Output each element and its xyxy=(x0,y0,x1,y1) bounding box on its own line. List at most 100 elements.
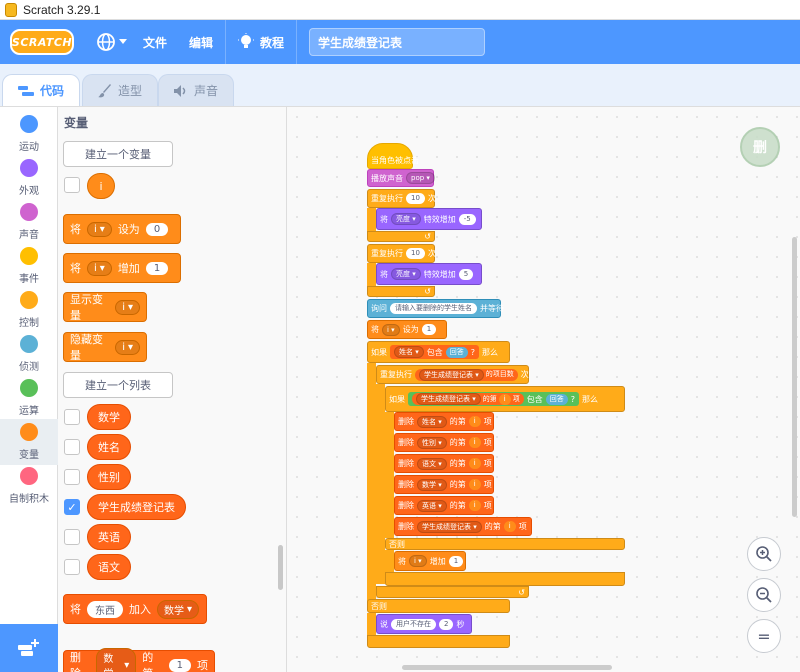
delete-of-list-block[interactable]: 删除 数学 ▾ 的第 i 项 xyxy=(394,475,494,494)
list-checkbox[interactable] xyxy=(64,529,80,545)
category-sound[interactable]: 声音 xyxy=(0,199,58,245)
show-variable-block[interactable]: 显示变量 i ▾ xyxy=(63,292,147,322)
variable-reporter-i[interactable]: i xyxy=(468,437,481,448)
delete-of-list-block[interactable]: 删除 学生成绩登记表 ▾ 的第 i 项 xyxy=(394,517,532,536)
item-of-list-reporter[interactable]: 学生成绩登记表 ▾ 的第 i 项 xyxy=(412,393,524,405)
play-sound-block[interactable]: 播放声音 pop ▾ xyxy=(367,169,435,187)
value-input[interactable]: 东西 xyxy=(87,600,123,618)
variable-reporter-i[interactable]: i xyxy=(468,479,481,490)
change-effect-block[interactable]: 将 亮度 ▾ 特效增加 -5 xyxy=(376,208,482,230)
category-variables[interactable]: 变量 xyxy=(0,419,58,465)
list-reporter[interactable]: 语文 xyxy=(87,554,131,580)
variable-reporter-i[interactable]: i xyxy=(87,173,115,199)
list-reporter[interactable]: 学生成绩登记表 xyxy=(87,494,186,520)
if-else-block[interactable]: 如果 姓名 ▾ 包含 回答 ? 那么 xyxy=(367,341,510,363)
repeat-times-input[interactable]: 10 xyxy=(406,248,425,259)
list-checkbox-checked[interactable]: ✓ xyxy=(64,499,80,515)
delete-of-list-block[interactable]: 删除 性别 ▾ 的第 i 项 xyxy=(394,433,494,452)
variable-dropdown[interactable]: i ▾ xyxy=(87,260,112,276)
seconds-input[interactable]: 2 xyxy=(439,618,454,630)
category-motion[interactable]: 运动 xyxy=(0,111,58,157)
effect-value-input[interactable]: -5 xyxy=(458,213,476,225)
project-title-input[interactable]: 学生成绩登记表 xyxy=(309,28,486,56)
effect-dropdown[interactable]: 亮度 ▾ xyxy=(391,268,421,280)
zoom-in-button[interactable] xyxy=(747,537,781,571)
hide-variable-block[interactable]: 隐藏变量 i ▾ xyxy=(63,332,147,362)
answer-reporter[interactable]: 回答 xyxy=(445,346,468,358)
add-to-list-block[interactable]: 将 东西 加入 数学 ▾ xyxy=(63,594,207,624)
tab-sounds[interactable]: 声音 xyxy=(158,74,234,106)
list-reporter[interactable]: 英语 xyxy=(87,524,131,550)
category-operators[interactable]: 运算 xyxy=(0,375,58,421)
language-menu[interactable] xyxy=(96,32,127,52)
value-input[interactable]: 1 xyxy=(421,324,437,335)
zoom-reset-button[interactable]: = xyxy=(747,619,781,653)
value-input[interactable]: 1 xyxy=(168,658,191,672)
variable-reporter-i[interactable]: i xyxy=(468,500,481,511)
list-length-reporter[interactable]: 学生成绩登记表 ▾ 的项目数 xyxy=(415,368,518,381)
file-menu[interactable]: 文件 xyxy=(143,34,167,51)
list-dropdown[interactable]: 性别 ▾ xyxy=(417,436,447,449)
delete-of-list-block[interactable]: 删除 数学 ▾ 的第 1 项 xyxy=(63,648,215,672)
edit-menu[interactable]: 编辑 xyxy=(189,34,213,51)
category-my-blocks[interactable]: 自制积木 xyxy=(0,463,58,509)
delete-of-list-block[interactable]: 删除 英语 ▾ 的第 i 项 xyxy=(394,496,494,515)
list-dropdown[interactable]: 学生成绩登记表 ▾ xyxy=(417,520,482,533)
delete-of-list-block[interactable]: 删除 语文 ▾ 的第 i 项 xyxy=(394,454,494,473)
repeat-block[interactable]: 重复执行 学生成绩登记表 ▾ 的项目数 次 xyxy=(376,365,529,384)
variable-dropdown[interactable]: i ▾ xyxy=(87,221,112,237)
variable-dropdown[interactable]: i ▾ xyxy=(382,323,400,336)
delete-of-list-block[interactable]: 删除 姓名 ▾ 的第 i 项 xyxy=(394,412,494,431)
trash-icon[interactable]: 删 xyxy=(740,127,780,167)
list-reporter[interactable]: 数学 xyxy=(87,404,131,430)
variable-reporter-i[interactable]: i xyxy=(498,393,511,405)
if-else-block[interactable]: 如果 学生成绩登记表 ▾ 的第 i 项 包含 回答 ? 那么 xyxy=(385,386,625,412)
repeat-block[interactable]: 重复执行 10 次 xyxy=(367,244,436,263)
tab-code[interactable]: 代码 xyxy=(2,74,80,106)
tutorials-button[interactable]: 教程 xyxy=(226,33,296,51)
value-input[interactable]: 1 xyxy=(145,261,169,275)
list-dropdown[interactable]: 数学 ▾ xyxy=(417,478,447,491)
category-looks[interactable]: 外观 xyxy=(0,155,58,201)
sound-dropdown[interactable]: pop ▾ xyxy=(406,172,435,184)
variable-checkbox[interactable] xyxy=(64,177,80,193)
list-checkbox[interactable] xyxy=(64,439,80,455)
scratch-logo[interactable]: SCRATCH xyxy=(10,29,74,55)
say-for-secs-block[interactable]: 说 用户不存在 2 秒 xyxy=(376,614,472,634)
variable-dropdown[interactable]: i ▾ xyxy=(409,555,427,567)
change-variable-block[interactable]: 将 i ▾ 增加 1 xyxy=(63,253,181,283)
change-effect-block[interactable]: 将 亮度 ▾ 特效增加 5 xyxy=(376,263,482,285)
list-dropdown[interactable]: 姓名 ▾ xyxy=(417,415,447,428)
zoom-out-button[interactable] xyxy=(747,578,781,612)
value-input[interactable]: 1 xyxy=(448,555,464,567)
message-input[interactable]: 用户不存在 xyxy=(391,618,436,630)
category-events[interactable]: 事件 xyxy=(0,243,58,289)
list-dropdown[interactable]: 英语 ▾ xyxy=(417,499,447,512)
variable-reporter-i[interactable]: i xyxy=(468,458,481,469)
repeat-block[interactable]: 重复执行 10 次 xyxy=(367,189,436,208)
list-checkbox[interactable] xyxy=(64,559,80,575)
list-reporter[interactable]: 性别 xyxy=(87,464,131,490)
list-dropdown[interactable]: 学生成绩登记表 ▾ xyxy=(419,368,484,381)
code-workspace[interactable]: 删 当角色被点击 播放声音 pop ▾ 重复执行 10 次 将 亮度 ▾ 特效增… xyxy=(287,106,800,672)
effect-value-input[interactable]: 5 xyxy=(458,268,474,280)
list-dropdown[interactable]: 数学 ▾ xyxy=(96,648,137,672)
variable-reporter-i[interactable]: i xyxy=(503,521,516,532)
workspace-vertical-scrollbar[interactable] xyxy=(792,237,797,517)
when-sprite-clicked-block[interactable]: 当角色被点击 xyxy=(367,143,419,169)
change-variable-block[interactable]: 将 i ▾ 增加 1 xyxy=(394,551,466,571)
list-dropdown[interactable]: 语文 ▾ xyxy=(417,457,447,470)
category-control[interactable]: 控制 xyxy=(0,287,58,333)
make-list-button[interactable]: 建立一个列表 xyxy=(63,372,173,398)
repeat-times-input[interactable]: 10 xyxy=(406,193,425,204)
set-variable-block[interactable]: 将 i ▾ 设为 1 xyxy=(367,320,447,339)
list-checkbox[interactable] xyxy=(64,469,80,485)
value-input[interactable]: 0 xyxy=(145,222,169,236)
list-dropdown[interactable]: 姓名 ▾ xyxy=(394,346,424,358)
set-variable-block[interactable]: 将 i ▾ 设为 0 xyxy=(63,214,181,244)
list-item-contains-condition[interactable]: 学生成绩登记表 ▾ 的第 i 项 包含 回答 ? xyxy=(408,392,579,406)
variable-dropdown[interactable]: i ▾ xyxy=(115,299,140,315)
effect-dropdown[interactable]: 亮度 ▾ xyxy=(391,213,421,225)
add-extension-button[interactable] xyxy=(0,624,58,672)
list-dropdown[interactable]: 学生成绩登记表 ▾ xyxy=(416,393,481,405)
